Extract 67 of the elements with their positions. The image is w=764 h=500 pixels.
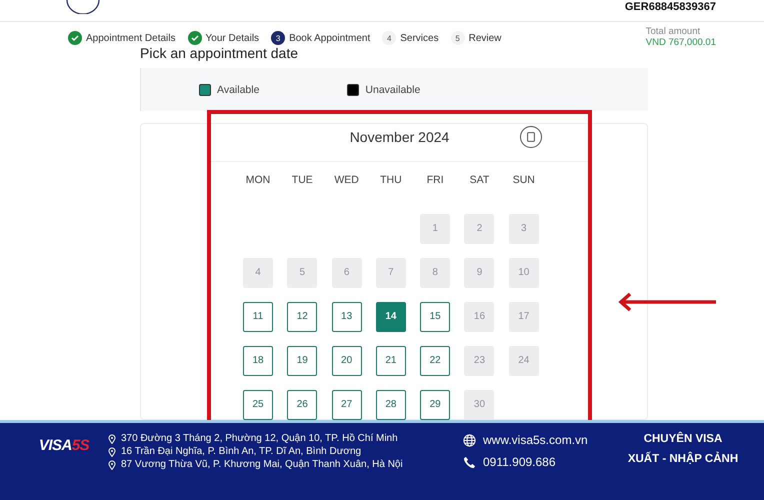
day-cell: 3 bbox=[508, 214, 539, 244]
day-cell: 6 bbox=[332, 258, 362, 288]
day-cell[interactable]: 28 bbox=[376, 390, 406, 420]
progress-step[interactable]: 4 Services bbox=[382, 31, 439, 46]
day-cell: 4 bbox=[243, 258, 273, 288]
weekday-label: SUN bbox=[512, 174, 536, 186]
address-text: 370 Đường 3 Tháng 2, Phường 12, Quận 10, TP. Hồ Chí Minh bbox=[121, 433, 398, 444]
day-cell[interactable]: 20 bbox=[332, 346, 362, 376]
logo-icon bbox=[66, 0, 100, 14]
day-cell[interactable]: 15 bbox=[420, 302, 450, 332]
day-cell: 30 bbox=[464, 390, 494, 420]
calendar-icon[interactable] bbox=[520, 126, 542, 148]
day-cell: 23 bbox=[464, 346, 494, 376]
brand-logo: VISA5S bbox=[38, 437, 90, 454]
day-cell[interactable]: 19 bbox=[287, 346, 318, 376]
progress-step[interactable]: 3 Book Appointment bbox=[271, 31, 370, 46]
day-cell[interactable]: 21 bbox=[376, 346, 406, 376]
day-cell[interactable]: 11 bbox=[243, 302, 273, 332]
legend-label: Unavailable bbox=[365, 84, 420, 96]
globe-icon bbox=[463, 434, 476, 446]
progress-step[interactable]: 5 Review bbox=[450, 31, 502, 46]
total-amount: VND 767,000.01 bbox=[646, 37, 716, 48]
location-pin-icon bbox=[108, 446, 116, 456]
location-pin-icon bbox=[108, 460, 116, 470]
weekday-label: SAT bbox=[468, 174, 490, 186]
slogan-text: CHUYÊN VISA bbox=[644, 433, 722, 445]
day-cell: 7 bbox=[376, 258, 406, 288]
legend-label: Available bbox=[217, 84, 260, 96]
step-number: 4 bbox=[382, 31, 396, 46]
day-cell: 8 bbox=[420, 258, 450, 288]
total-label: Total amount bbox=[646, 26, 702, 38]
slogan-text: XUẤT - NHẬP CẢNH bbox=[628, 453, 738, 465]
day-cell[interactable]: 25 bbox=[243, 390, 273, 420]
progress-step[interactable]: Appointment Details bbox=[68, 31, 176, 46]
day-cell[interactable]: 18 bbox=[243, 346, 273, 376]
day-cell[interactable]: 26 bbox=[287, 390, 318, 420]
day-cell: 24 bbox=[508, 346, 539, 376]
step-number: 5 bbox=[450, 31, 465, 46]
day-cell[interactable]: 27 bbox=[332, 390, 362, 420]
progress-step[interactable]: Your Details bbox=[188, 31, 260, 46]
address-text: 87 Vương Thừa Vũ, P. Khương Mai, Quận Thanh Xuân, Hà Nội bbox=[121, 459, 403, 470]
weekday-label: TUE bbox=[290, 174, 314, 186]
weekday-label: THU bbox=[379, 174, 403, 186]
weekday-label: WED bbox=[333, 174, 360, 186]
reference-number: GER68845839367 bbox=[624, 1, 716, 13]
day-cell: 16 bbox=[464, 302, 494, 332]
day-cell[interactable]: 12 bbox=[287, 302, 318, 332]
weekday-label: FRI bbox=[426, 174, 445, 186]
day-cell[interactable]: 14 bbox=[376, 302, 406, 332]
address-text: 16 Trần Đại Nghĩa, P. Bình An, TP. Dĩ An, Bình Dương bbox=[121, 446, 362, 457]
day-cell: 10 bbox=[508, 258, 539, 288]
phone-number: 0911.909.686 bbox=[483, 455, 556, 469]
day-cell: 9 bbox=[464, 258, 494, 288]
day-cell[interactable]: 29 bbox=[420, 390, 450, 420]
day-cell: 1 bbox=[420, 214, 450, 244]
day-cell: 5 bbox=[287, 258, 318, 288]
month-title: November 2024 bbox=[350, 129, 450, 146]
phone-icon bbox=[463, 456, 476, 468]
day-cell: 2 bbox=[464, 214, 494, 244]
arrow-icon bbox=[618, 292, 718, 312]
day-cell: 17 bbox=[508, 302, 539, 332]
page-title: Pick an appointment date bbox=[139, 46, 299, 60]
day-cell[interactable]: 13 bbox=[332, 302, 362, 332]
location-pin-icon bbox=[108, 434, 116, 444]
step-number: 3 bbox=[271, 31, 286, 46]
day-cell[interactable]: 22 bbox=[420, 346, 450, 376]
weekday-label: MON bbox=[244, 174, 272, 186]
